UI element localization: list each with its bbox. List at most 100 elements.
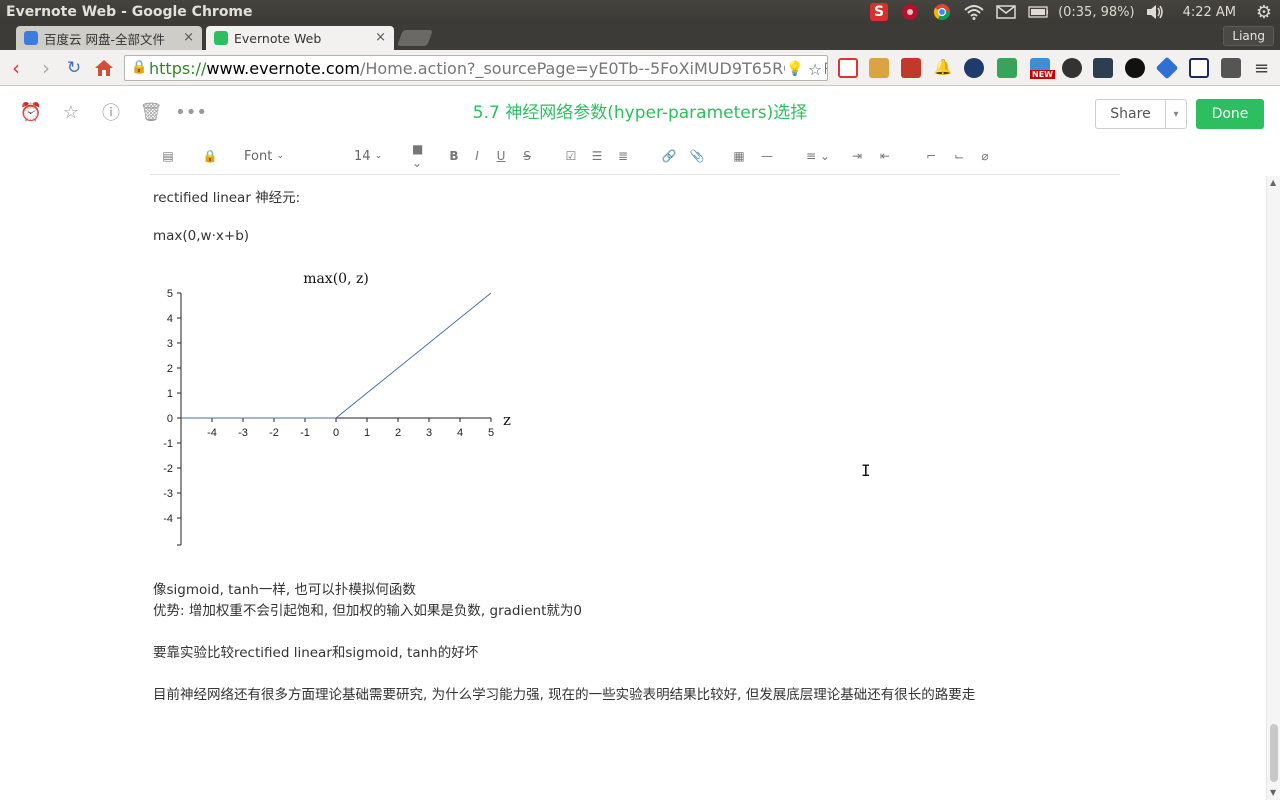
note-header: ⏰ ☆ ⓘ 🗑 ••• 5.7 神经网络参数(hyper-parameters)…: [0, 87, 1280, 139]
y-tick-label: 4: [167, 313, 173, 325]
chrome-icon[interactable]: [932, 2, 952, 22]
tab-evernote-web[interactable]: Evernote Web ×: [206, 26, 394, 50]
battery-status: (0:35, 98%): [1058, 4, 1135, 20]
tab-baidu-pan[interactable]: 百度云 网盘-全部文件 ×: [16, 26, 202, 50]
bulb-icon[interactable]: 💡: [785, 59, 805, 79]
x-tick-label: 5: [488, 427, 494, 439]
close-icon[interactable]: ×: [183, 30, 194, 45]
chevron-down-icon[interactable]: ▾: [1166, 100, 1186, 128]
mail-icon[interactable]: [996, 2, 1016, 22]
url-scheme: https://: [149, 58, 207, 78]
reload-icon[interactable]: ↻: [62, 56, 86, 80]
bold-icon[interactable]: B: [446, 147, 462, 165]
body-paragraph: 要靠实验比较rectified linear和sigmoid, tanh的好坏: [153, 645, 479, 661]
x-tick-label: 4: [457, 427, 463, 439]
indent-icon[interactable]: ⇥: [850, 147, 864, 165]
camera-extension-icon[interactable]: [1125, 58, 1145, 78]
checkbox-icon[interactable]: ☑: [564, 147, 578, 165]
body-paragraph: 像sigmoid, tanh一样, 也可以扑模拟何函数: [153, 582, 416, 598]
y-tick-label: -4: [163, 513, 173, 525]
star-icon[interactable]: ☆: [805, 59, 825, 79]
y-tick-label: -1: [163, 438, 173, 450]
volume-icon[interactable]: [1145, 2, 1165, 22]
share-button[interactable]: Share: [1096, 100, 1166, 128]
table-icon[interactable]: ▦: [732, 147, 746, 165]
lock-icon[interactable]: 🔒: [202, 147, 218, 165]
steering-extension-icon[interactable]: [1062, 58, 1082, 78]
numbered-list-icon[interactable]: ≣: [616, 147, 630, 165]
outdent-icon[interactable]: ⇤: [878, 147, 892, 165]
package-extension-icon[interactable]: [869, 58, 889, 78]
x-tick-label: 3: [426, 427, 432, 439]
evernote-icon: [214, 31, 228, 45]
horizontal-rule-icon[interactable]: —: [760, 147, 774, 165]
font-size-dropdown[interactable]: 14 ⌄: [354, 147, 388, 165]
superscript-icon[interactable]: ⌙: [952, 147, 966, 165]
new-tab-button[interactable]: [397, 30, 433, 46]
close-icon[interactable]: ×: [375, 30, 386, 45]
italic-icon[interactable]: I: [470, 147, 484, 165]
menu-icon[interactable]: ≡: [1254, 58, 1274, 79]
clock[interactable]: 4:22 AM: [1183, 5, 1236, 20]
chart-title: max(0, z): [303, 271, 369, 287]
settings-gear-icon[interactable]: ⚙: [1254, 2, 1274, 23]
clear-format-icon[interactable]: ⌀: [978, 147, 992, 165]
strikethrough-icon[interactable]: S: [520, 147, 534, 165]
y-tick-label: 3: [167, 338, 173, 350]
book-extension-icon[interactable]: [901, 58, 921, 78]
scroll-down-icon[interactable]: ▼: [1270, 788, 1276, 797]
x-tick-label: -4: [207, 427, 217, 439]
body-paragraph: 目前神经网络还有很多方面理论基础需要研究, 为什么学习能力强, 现在的一些实验表…: [153, 687, 976, 703]
y-tick-label: 0: [167, 413, 173, 425]
scroll-thumb[interactable]: [1270, 724, 1278, 782]
relu-chart: max(0, z)543210-1-2-3-4-4 -3 -2 -1 0 1 2 3 4 5z: [163, 271, 511, 546]
lock-icon: 🔒: [131, 60, 148, 75]
new-extension-icon[interactable]: NEW: [1030, 58, 1055, 79]
note-body[interactable]: rectified linear 神经元: max(0,w·x+b) max(0…: [153, 176, 1253, 796]
cloud-extension-icon[interactable]: [964, 58, 984, 78]
series-line: [181, 292, 492, 419]
underline-icon[interactable]: U: [494, 147, 508, 165]
battery-icon[interactable]: [1028, 2, 1049, 22]
x-tick-label: -1: [300, 427, 310, 439]
baidu-cloud-icon: [24, 31, 38, 45]
puzzle-extension-icon[interactable]: [1221, 58, 1241, 78]
bell-icon[interactable]: 🔔: [933, 58, 953, 78]
window-title: Evernote Web - Google Chrome: [6, 4, 253, 20]
back-icon[interactable]: ‹: [4, 56, 28, 80]
done-button[interactable]: Done: [1196, 99, 1264, 129]
wifi-icon[interactable]: [964, 2, 984, 22]
url-path: /Home.action?_sourcePage=yE0Tb--5FoXiMUD…: [360, 58, 828, 78]
note-title[interactable]: 5.7 神经网络参数(hyper-parameters)选择: [0, 98, 1280, 123]
x-tick-label: 0: [333, 427, 339, 439]
x-tick-label: 1: [364, 427, 370, 439]
record-icon[interactable]: [900, 2, 920, 22]
sogou-input-icon[interactable]: S: [870, 3, 889, 21]
n-extension-icon[interactable]: [1189, 58, 1209, 78]
screen-extension-icon[interactable]: [1093, 58, 1113, 78]
note-icon[interactable]: ▤: [160, 147, 176, 165]
link-icon[interactable]: 🔗: [662, 147, 677, 165]
check-abc-extension-icon[interactable]: [997, 58, 1017, 78]
home-icon[interactable]: [92, 56, 116, 80]
x-tick-label: -2: [269, 427, 279, 439]
system-tray: S (0:35, 98%) 4:22 AM ⚙: [864, 0, 1280, 24]
diamond-extension-icon[interactable]: [1155, 56, 1179, 80]
subscript-icon[interactable]: ⌐: [924, 147, 938, 165]
text-color-icon[interactable]: ■ ⌄: [412, 142, 436, 170]
font-label: Font: [244, 148, 273, 164]
address-bar[interactable]: 🔒 https://www.evernote.com/Home.action?_…: [124, 55, 828, 81]
forward-icon[interactable]: ›: [34, 56, 58, 80]
profile-button[interactable]: Liang: [1223, 26, 1274, 46]
attachment-icon[interactable]: 📎: [690, 147, 705, 165]
y-tick-label: 1: [167, 388, 173, 400]
scroll-up-icon[interactable]: ▲: [1270, 178, 1276, 187]
gmail-extension-icon[interactable]: [838, 58, 858, 78]
y-tick-label: 2: [167, 363, 173, 375]
chevron-down-icon: ⌄: [374, 151, 383, 161]
align-icon[interactable]: ≡ ⌄: [804, 147, 832, 165]
body-paragraph: rectified linear 神经元:: [153, 190, 301, 206]
font-dropdown[interactable]: Font ⌄: [244, 147, 304, 165]
bullet-list-icon[interactable]: ☰: [590, 147, 604, 165]
scrollbar[interactable]: ▲ ▼: [1266, 176, 1280, 800]
